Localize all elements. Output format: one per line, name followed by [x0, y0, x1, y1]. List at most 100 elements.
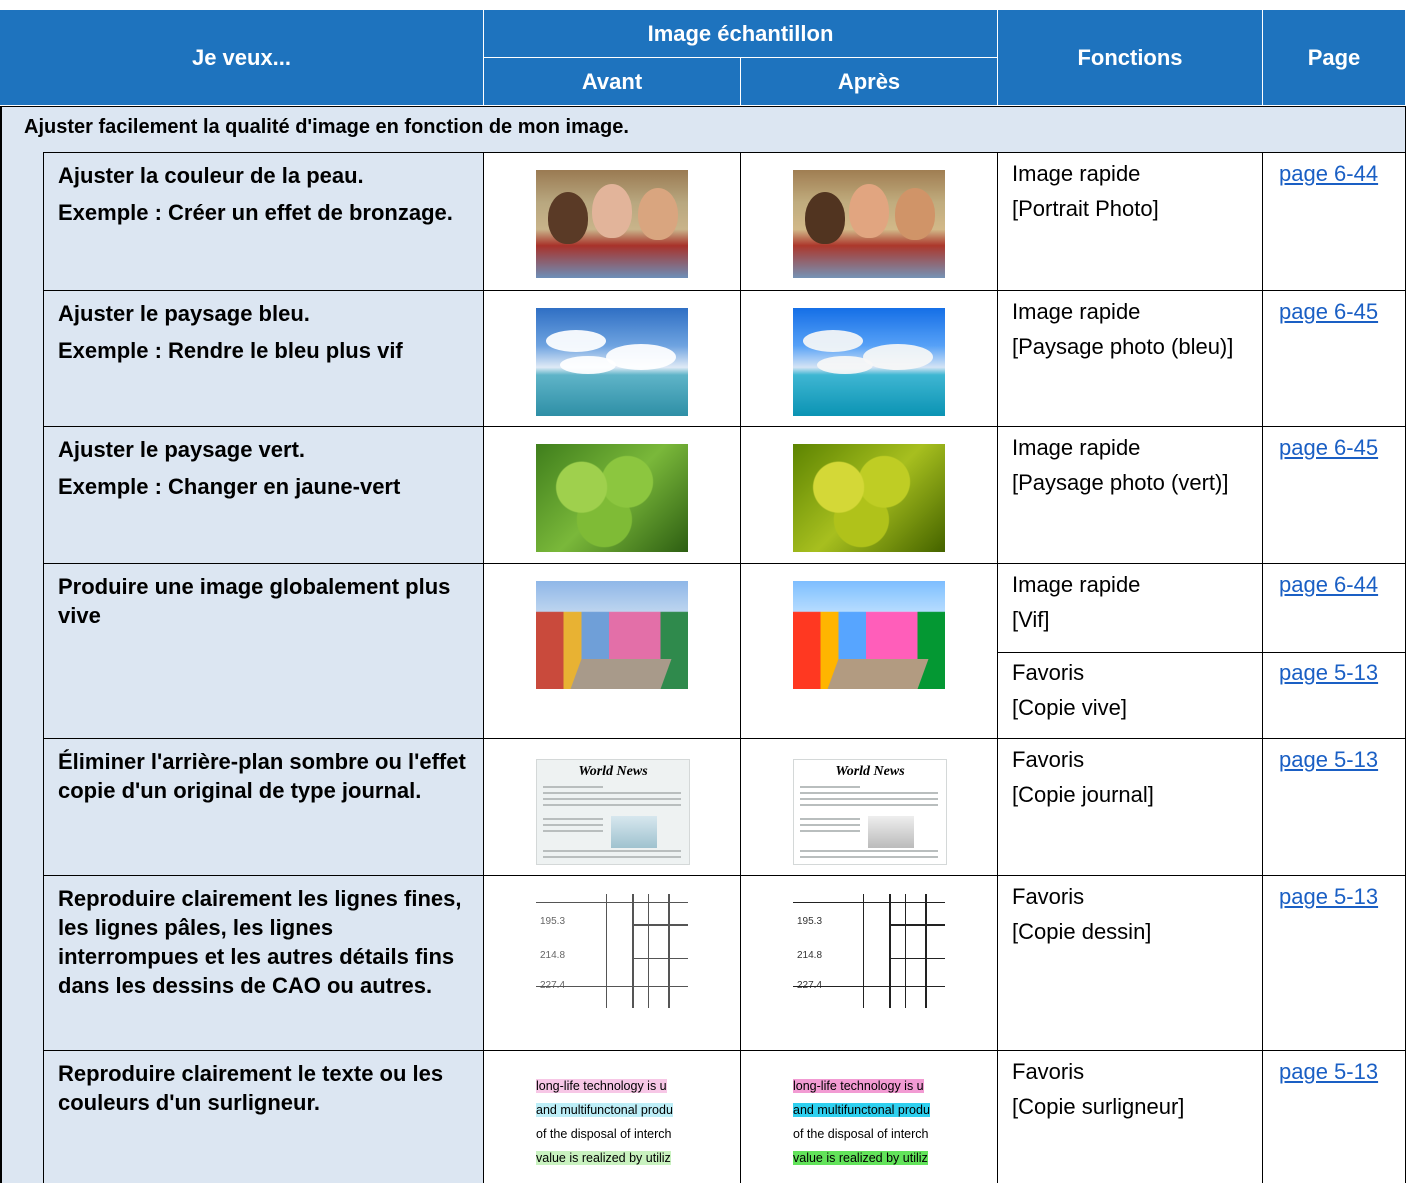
function-name: Image rapide [1012, 299, 1141, 324]
cad-drawing-after-image: 195.3 214.8 227.4 [793, 894, 945, 1008]
news-heading: World News [578, 764, 648, 779]
table-row: Reproduire clairement les lignes fines, … [44, 875, 1406, 1050]
table-row: Ajuster le paysage bleu. Exemple : Rendr… [44, 290, 1406, 426]
blue-landscape-after-image [793, 308, 945, 416]
cad-value: 214.8 [540, 950, 566, 961]
page-link[interactable]: page 5-13 [1279, 660, 1378, 686]
highlight-line: of the disposal of interch [536, 1127, 672, 1141]
header-before: Avant [484, 58, 741, 106]
function-option: [Paysage photo (bleu)] [1012, 334, 1234, 359]
newspaper-after-image: World News [793, 759, 947, 865]
function-option: [Copie surligneur] [1012, 1094, 1185, 1119]
cad-value: 195.3 [540, 916, 566, 927]
table-row: Produire une image globalement plus vive… [44, 563, 1406, 738]
after-cell [741, 563, 998, 738]
function-name: Image rapide [1012, 161, 1141, 186]
want-cell: Ajuster le paysage bleu. Exemple : Rendr… [44, 290, 484, 426]
header-after: Après [741, 58, 998, 106]
before-cell: 195.3 214.8 227.4 [484, 875, 741, 1050]
function-name: Favoris [1012, 747, 1085, 772]
function-name: Favoris [1012, 660, 1085, 685]
cad-value: 214.8 [797, 950, 823, 961]
function-name: Image rapide [1012, 572, 1141, 597]
want-cell: Ajuster le paysage vert. Exemple : Chang… [44, 426, 484, 563]
want-title: Reproduire clairement le texte ou les co… [58, 1061, 444, 1116]
page-cell: page 6-44 page 5-13 [1263, 563, 1406, 738]
table-row: Éliminer l'arrière-plan sombre ou l'effe… [44, 738, 1406, 875]
want-example: Exemple : Changer en jaune-vert [58, 474, 401, 500]
page-cell: page 5-13 [1263, 875, 1406, 1050]
before-cell: long-life technology is u and multifunct… [484, 1050, 741, 1183]
want-cell: Reproduire clairement le texte ou les co… [44, 1050, 484, 1183]
function-option: [Paysage photo (vert)] [1012, 470, 1229, 495]
function-cell: Image rapide [Portrait Photo] [998, 152, 1263, 290]
highlight-line: value is realized by utiliz [793, 1151, 928, 1165]
highlight-line: and multifunctonal produ [536, 1103, 673, 1117]
want-title: Ajuster la couleur de la peau. [58, 163, 364, 188]
function-option: [Portrait Photo] [1012, 196, 1159, 221]
function-cell: Favoris [Copie dessin] [998, 875, 1263, 1050]
before-cell: World News [484, 738, 741, 875]
blue-landscape-before-image [536, 308, 688, 416]
page-cell: page 6-44 [1263, 152, 1406, 290]
green-landscape-after-image [793, 444, 945, 552]
want-cell: Reproduire clairement les lignes fines, … [44, 875, 484, 1050]
function-name: Favoris [1012, 1059, 1085, 1084]
page-link[interactable]: page 6-44 [1279, 572, 1378, 598]
highlighter-before-image: long-life technology is u and multifunct… [536, 1077, 688, 1173]
page-link[interactable]: page 6-45 [1279, 299, 1378, 325]
after-cell: 195.3 214.8 227.4 [741, 875, 998, 1050]
want-title: Produire une image globalement plus vive [58, 574, 451, 629]
table-row: Ajuster le paysage vert. Exemple : Chang… [44, 426, 1406, 563]
function-name: Favoris [1012, 884, 1085, 909]
function-cell: Image rapide [Vif] Favoris [Copie vive] [998, 563, 1263, 738]
function-name: Image rapide [1012, 435, 1141, 460]
highlight-line: and multifunctonal produ [793, 1103, 930, 1117]
after-cell [741, 426, 998, 563]
after-cell: World News [741, 738, 998, 875]
header-want: Je veux... [0, 10, 484, 106]
green-landscape-before-image [536, 444, 688, 552]
vivid-street-before-image [536, 581, 688, 689]
cad-drawing-before-image: 195.3 214.8 227.4 [536, 894, 688, 1008]
page-link[interactable]: page 5-13 [1279, 1059, 1378, 1085]
before-cell [484, 426, 741, 563]
want-cell: Ajuster la couleur de la peau. Exemple :… [44, 152, 484, 290]
highlight-line: long-life technology is u [536, 1079, 667, 1093]
page-link[interactable]: page 6-44 [1279, 161, 1378, 187]
function-option: [Copie dessin] [1012, 919, 1152, 944]
before-cell [484, 152, 741, 290]
function-cell: Favoris [Copie journal] [998, 738, 1263, 875]
want-example: Exemple : Créer un effet de bronzage. [58, 200, 453, 226]
function-option: [Copie vive] [1012, 695, 1127, 720]
before-cell [484, 563, 741, 738]
want-title: Éliminer l'arrière-plan sombre ou l'effe… [58, 749, 466, 804]
highlight-line: of the disposal of interch [793, 1127, 929, 1141]
portrait-after-image [793, 170, 945, 278]
function-cell: Favoris [Copie surligneur] [998, 1050, 1263, 1183]
after-cell [741, 152, 998, 290]
table-row: Ajuster la couleur de la peau. Exemple :… [44, 152, 1406, 290]
indent-gutter [0, 152, 44, 1183]
page-link[interactable]: page 5-13 [1279, 747, 1378, 773]
function-option: [Vif] [1012, 607, 1050, 632]
page-cell: page 5-13 [1263, 1050, 1406, 1183]
highlight-line: long-life technology is u [793, 1079, 924, 1093]
function-option: [Copie journal] [1012, 782, 1154, 807]
want-example: Exemple : Rendre le bleu plus vif [58, 338, 403, 364]
header-functions: Fonctions [998, 10, 1263, 106]
after-cell [741, 290, 998, 426]
want-cell: Produire une image globalement plus vive [44, 563, 484, 738]
page-link[interactable]: page 6-45 [1279, 435, 1378, 461]
function-cell: Image rapide [Paysage photo (vert)] [998, 426, 1263, 563]
news-heading: World News [835, 764, 905, 779]
page-cell: page 5-13 [1263, 738, 1406, 875]
header-sample-image: Image échantillon [484, 10, 998, 58]
want-cell: Éliminer l'arrière-plan sombre ou l'effe… [44, 738, 484, 875]
cad-value: 195.3 [797, 916, 823, 927]
page-cell: page 6-45 [1263, 290, 1406, 426]
want-title: Ajuster le paysage bleu. [58, 301, 310, 326]
header-page: Page [1263, 10, 1406, 106]
after-cell: long-life technology is u and multifunct… [741, 1050, 998, 1183]
page-link[interactable]: page 5-13 [1279, 884, 1378, 910]
